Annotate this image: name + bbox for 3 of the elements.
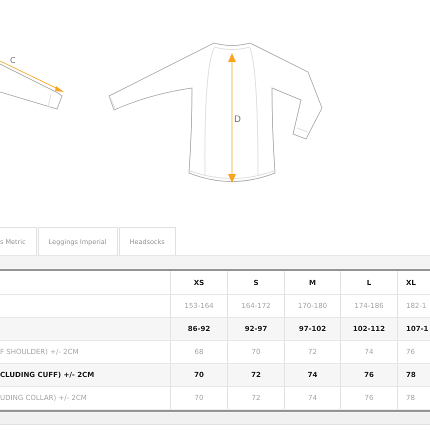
measurement-label: C [10,56,16,65]
measurement-label: D [234,115,241,125]
sleeve-drawing [0,64,62,110]
